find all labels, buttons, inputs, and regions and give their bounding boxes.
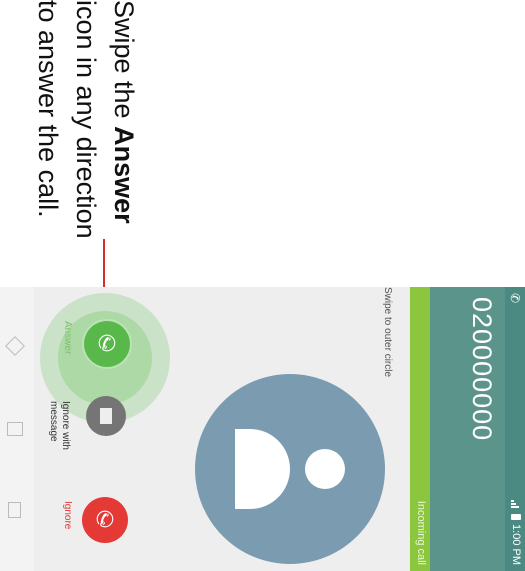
caller-header: 020000000: [430, 287, 505, 571]
navigation-bar: [0, 287, 34, 571]
home-icon[interactable]: [7, 422, 23, 436]
instruction-bold-answer: Answer: [109, 126, 139, 224]
call-actions: ✆ Answer Ignore with message ✆ Ignore: [0, 287, 170, 571]
answer-label: Answer: [62, 321, 73, 355]
ignore-label: Ignore: [62, 501, 73, 530]
instruction-line-2: icon in any direction: [71, 0, 101, 239]
status-indicators: 1:00 PM: [510, 500, 522, 565]
incoming-call-bar: Incoming call: [410, 287, 430, 571]
avatar-body: [235, 429, 290, 509]
status-bar: ✆ 1:00 PM: [505, 287, 525, 571]
phone-icon: ✆: [508, 293, 522, 304]
avatar-head: [305, 449, 345, 489]
phone-ignore-icon: ✆: [95, 507, 115, 532]
person-icon: [195, 374, 385, 564]
caller-number: 020000000: [467, 297, 497, 442]
back-icon[interactable]: [5, 336, 25, 356]
incoming-call-label: Incoming call: [415, 500, 427, 565]
ignore-with-message-button[interactable]: [86, 396, 126, 436]
recent-apps-icon[interactable]: [8, 502, 21, 518]
swipe-hint: Swipe to outer circle: [382, 287, 393, 378]
answer-button[interactable]: ✆: [82, 319, 132, 369]
ignore-with-message-label-2: message: [48, 401, 59, 442]
message-icon: [100, 408, 112, 424]
instruction-line-1: Swipe the Answer: [105, 0, 143, 250]
ignore-button[interactable]: ✆: [82, 497, 128, 543]
phone-answer-icon: ✆: [97, 331, 117, 356]
instruction-line-3: to answer the call.: [33, 0, 63, 218]
instruction-text: Swipe the Answer icon in any direction t…: [28, 0, 143, 250]
signal-icon: [511, 500, 521, 510]
ignore-with-message-label-1: Ignore with: [60, 401, 71, 450]
ignore-with-message-label: Ignore with message: [47, 401, 71, 450]
instruction-line-1-text: Swipe the: [109, 0, 139, 127]
battery-icon: [511, 514, 521, 521]
status-time: 1:00 PM: [510, 524, 522, 565]
